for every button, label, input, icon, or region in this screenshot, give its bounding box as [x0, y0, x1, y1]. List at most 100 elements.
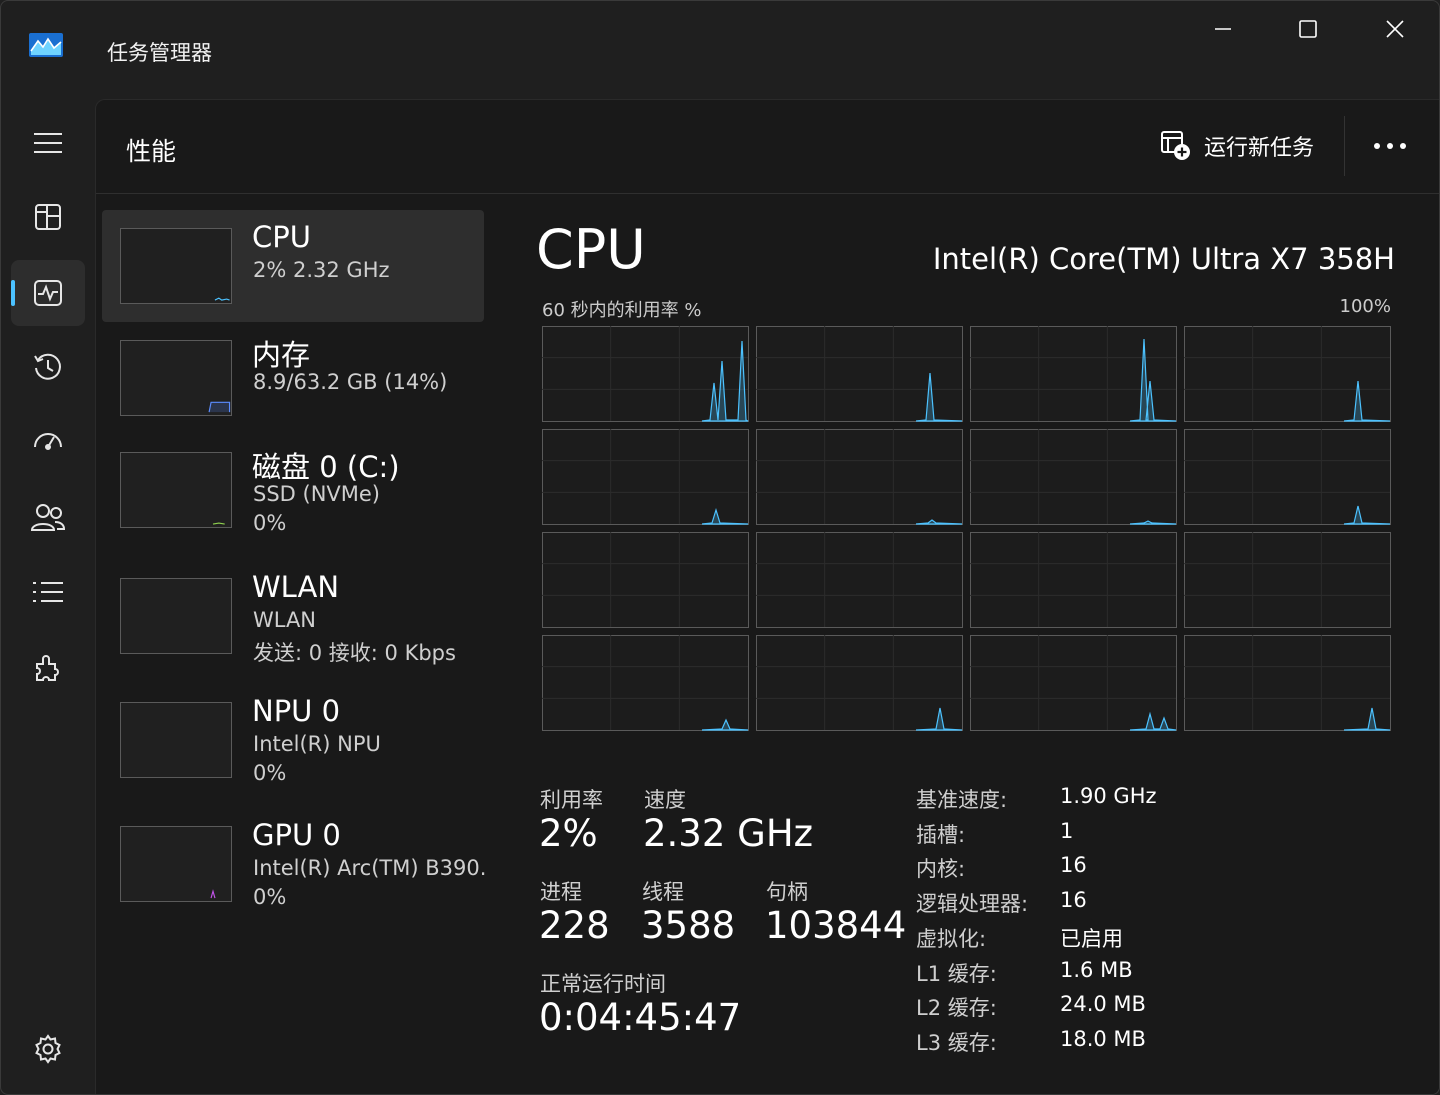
graph-label: 60 秒内的利用率 % — [542, 300, 702, 321]
nav-rail — [1, 97, 95, 1094]
device-sparkline — [214, 297, 230, 301]
device-thumbnail-graph — [120, 578, 232, 654]
nav-startup-apps[interactable] — [11, 408, 85, 474]
task-manager-window: 任务管理器 性能 运行新任务 CPU 2% 2.32 GHz 内存 8.9/63… — [0, 0, 1440, 1095]
run-new-task-button[interactable]: 运行新任务 — [1160, 128, 1314, 164]
device-item[interactable]: CPU 2% 2.32 GHz — [102, 210, 484, 322]
device-sparkline — [212, 522, 225, 525]
core-graph — [1184, 429, 1391, 525]
nav-app-history[interactable] — [11, 334, 85, 400]
spec-value: 1 — [1060, 818, 1074, 843]
device-sparkline — [210, 889, 216, 899]
device-detail-line: WLAN — [253, 608, 317, 632]
detail-title: CPU — [536, 218, 646, 281]
speed-label: 速度 — [644, 788, 686, 812]
device-detail-line: 发送: 0 接收: 0 Kbps — [253, 641, 456, 665]
core-graph — [970, 635, 1177, 731]
spec-value: 18.0 MB — [1060, 1026, 1146, 1051]
page-title: 性能 — [126, 137, 177, 166]
nav-menu-toggle[interactable] — [11, 110, 85, 176]
more-options-button[interactable] — [1362, 126, 1418, 166]
device-item[interactable]: GPU 0 Intel(R) Arc(TM) B390. 0% — [102, 808, 487, 920]
device-detail-line: 0% — [253, 511, 287, 535]
spec-key: L3 缓存: — [916, 1030, 997, 1055]
nav-services[interactable] — [11, 634, 85, 700]
device-sparkline — [208, 401, 231, 413]
device-item[interactable]: 磁盘 0 (C:) SSD (NVMe) 0% — [102, 434, 484, 546]
spec-key: L2 缓存: — [916, 996, 997, 1021]
nav-processes[interactable] — [11, 184, 85, 250]
services-icon — [36, 655, 59, 681]
minimize-button[interactable] — [1193, 9, 1253, 49]
device-item[interactable]: WLAN WLAN 发送: 0 接收: 0 Kbps — [102, 560, 484, 672]
core-graph — [756, 532, 963, 628]
run-new-task-label: 运行新任务 — [1204, 136, 1315, 161]
spec-value: 24.0 MB — [1060, 992, 1146, 1017]
spec-key: 基准速度: — [916, 788, 1008, 812]
utilization-label: 利用率 — [540, 788, 603, 812]
spec-value: 16 — [1060, 888, 1087, 913]
device-detail-line: 0% — [253, 761, 287, 785]
threads-value: 3588 — [641, 904, 736, 947]
maximize-button[interactable] — [1278, 9, 1338, 49]
handles-label: 句柄 — [766, 880, 808, 904]
nav-users[interactable] — [11, 484, 85, 550]
graph-max-label: 100% — [1339, 296, 1391, 317]
device-detail-line: Intel(R) NPU — [253, 732, 381, 756]
core-graph — [970, 532, 1177, 628]
spec-key: 逻辑处理器: — [916, 892, 1029, 917]
core-graph — [756, 635, 963, 731]
core-graph — [756, 326, 963, 422]
device-name: CPU — [252, 220, 311, 254]
run-new-task-icon — [1161, 131, 1190, 160]
page-header: 性能 运行新任务 — [96, 100, 1439, 194]
nav-performance[interactable] — [11, 260, 85, 326]
device-thumbnail-graph — [120, 702, 232, 778]
processes-value: 228 — [539, 904, 610, 947]
threads-label: 线程 — [642, 880, 684, 904]
device-detail-line: Intel(R) Arc(TM) B390. — [253, 856, 487, 880]
core-graph — [970, 326, 1177, 422]
processes-icon — [35, 204, 61, 230]
startup-apps-icon — [34, 433, 62, 450]
minimize-icon — [1215, 28, 1231, 30]
cpu-model: Intel(R) Core(TM) Ultra X7 358H — [932, 242, 1395, 276]
core-graph — [1184, 326, 1391, 422]
utilization-value: 2% — [539, 812, 598, 855]
device-thumbnail-graph — [120, 452, 232, 528]
device-name: 内存 — [252, 338, 311, 372]
nav-settings[interactable] — [11, 1016, 85, 1082]
spec-key: 虚拟化: — [916, 926, 987, 951]
core-graph — [542, 326, 749, 422]
close-button[interactable] — [1365, 9, 1425, 49]
content-panel: 性能 运行新任务 CPU 2% 2.32 GHz 内存 8.9/63.2 GB (14… — [95, 99, 1439, 1094]
performance-icon — [34, 280, 62, 306]
core-graph — [542, 635, 749, 731]
more-icon — [1374, 143, 1406, 149]
processes-label: 进程 — [540, 880, 582, 904]
spec-value: 1.90 GHz — [1060, 784, 1157, 808]
close-icon — [1386, 20, 1404, 38]
speed-value: 2.32 GHz — [643, 812, 814, 855]
core-graph — [1184, 635, 1391, 731]
device-thumbnail-graph — [120, 228, 232, 304]
settings-icon — [35, 1034, 61, 1064]
device-name: WLAN — [252, 570, 340, 604]
device-thumbnail-graph — [120, 340, 232, 416]
device-detail-line: 8.9/63.2 GB (14%) — [253, 370, 448, 394]
device-detail-line: SSD (NVMe) — [253, 482, 381, 506]
app-title: 任务管理器 — [107, 41, 212, 65]
details-icon — [33, 582, 63, 602]
core-graph — [970, 429, 1177, 525]
task-manager-logo-icon — [29, 33, 63, 57]
device-item[interactable]: NPU 0 Intel(R) NPU 0% — [102, 684, 484, 796]
core-graph — [1184, 532, 1391, 628]
title-bar[interactable]: 任务管理器 — [1, 1, 1439, 97]
device-detail-line: 2% 2.32 GHz — [253, 258, 390, 282]
device-item[interactable]: 内存 8.9/63.2 GB (14%) — [102, 322, 484, 434]
device-name: 磁盘 0 (C:) — [252, 450, 400, 484]
uptime-value: 0:04:45:47 — [539, 996, 742, 1039]
app-history-icon — [34, 353, 61, 380]
nav-details[interactable] — [11, 559, 85, 625]
device-thumbnail-graph — [120, 826, 232, 902]
